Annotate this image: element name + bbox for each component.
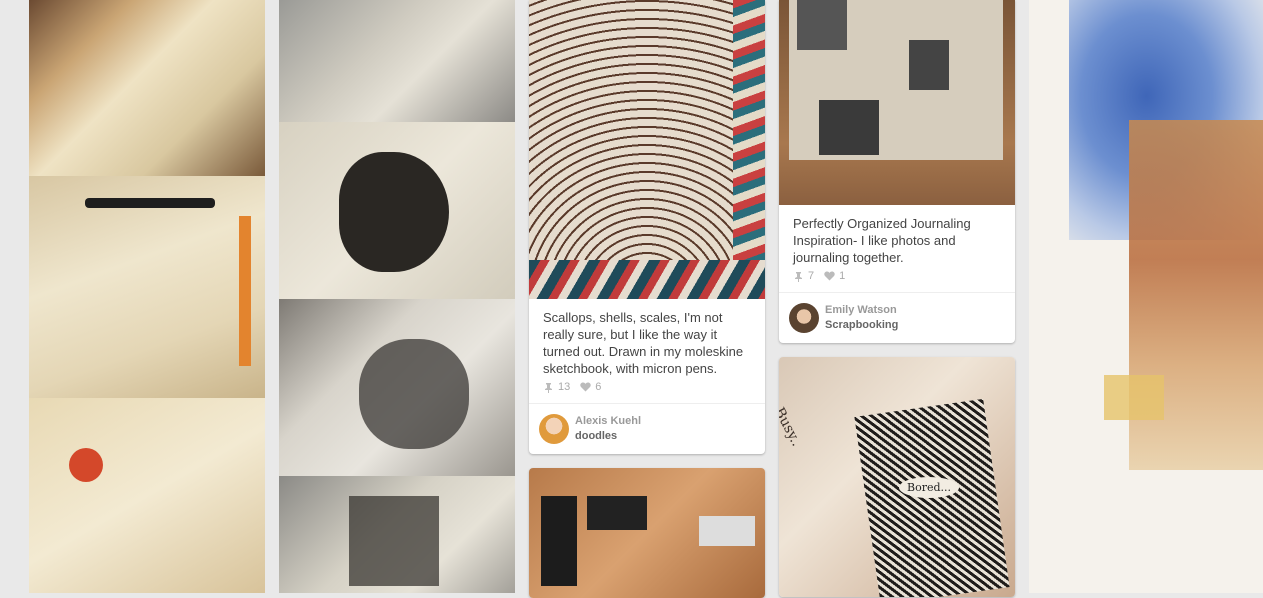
lion-drawing-pin[interactable]	[279, 0, 515, 122]
journal-photo-image	[819, 100, 879, 155]
pin-card-art-supplies[interactable]	[529, 468, 765, 598]
repin-count[interactable]: 7	[793, 270, 814, 282]
avatar[interactable]	[539, 414, 569, 444]
repin-count-value: 13	[558, 381, 571, 393]
sketchbook-image	[541, 496, 577, 586]
ship-drawing-pin[interactable]	[279, 476, 515, 593]
notebook-image	[587, 496, 647, 530]
board-name[interactable]: doodles	[575, 429, 641, 444]
doodle-book-image[interactable]: Busy.. Bored...	[779, 357, 1015, 597]
watercolor-palette-image	[699, 516, 755, 546]
fountain-pen-image	[85, 198, 215, 208]
sketch-journal-pin[interactable]	[29, 398, 265, 593]
repin-count[interactable]: 13	[543, 381, 570, 393]
avatar[interactable]	[789, 303, 819, 333]
pushpin-icon	[795, 271, 802, 282]
bored-handwriting: Bored...	[899, 477, 960, 498]
like-count[interactable]: 6	[580, 381, 601, 393]
journaling-spread-image[interactable]	[779, 0, 1015, 205]
pinner-attribution[interactable]: Alexis Kuehl doodles	[529, 403, 765, 454]
pin-card-scallops[interactable]: Scallops, shells, scales, I'm not really…	[529, 0, 765, 454]
watercolor-sketch-pin[interactable]	[1029, 0, 1263, 593]
busy-handwriting: Busy..	[779, 405, 805, 450]
wolf-drawing-pin[interactable]	[279, 299, 515, 476]
pinner-name[interactable]: Emily Watson	[825, 303, 898, 318]
pin-description: Scallops, shells, scales, I'm not really…	[543, 310, 744, 376]
heart-icon	[580, 382, 591, 392]
pin-card-journaling[interactable]: Perfectly Organized Journaling Inspirati…	[779, 0, 1015, 343]
pin-description: Perfectly Organized Journaling Inspirati…	[793, 216, 971, 265]
ship-illustration-image	[349, 496, 439, 586]
patterned-fabric-edge-image	[733, 0, 765, 260]
pin-card-doodle-book[interactable]: Busy.. Bored...	[779, 357, 1015, 597]
like-count[interactable]: 1	[824, 270, 845, 282]
notebook-edge-image	[239, 216, 251, 366]
wolf-illustration-image	[359, 339, 469, 449]
apple-drawing-image	[69, 448, 103, 482]
crow-illustration-image	[339, 152, 449, 272]
repin-count-value: 7	[808, 270, 815, 282]
patterned-fabric-image	[529, 260, 765, 299]
crow-drawing-pin[interactable]	[279, 122, 515, 299]
newspaper-notebook-pin[interactable]	[29, 176, 265, 398]
art-supplies-image[interactable]	[529, 468, 765, 598]
scallops-drawing-image[interactable]	[529, 0, 765, 299]
like-count-value: 1	[839, 270, 846, 282]
pin-stats: 7 1	[779, 270, 859, 282]
pushpin-icon	[545, 382, 552, 393]
journal-photo-image	[909, 40, 949, 90]
board-name[interactable]: Scrapbooking	[825, 318, 898, 333]
pinner-name[interactable]: Alexis Kuehl	[575, 414, 641, 429]
journal-photo-image	[797, 0, 847, 50]
heart-icon	[824, 271, 835, 281]
pinner-attribution[interactable]: Emily Watson Scrapbooking	[779, 292, 1015, 343]
watercolor-awning-image	[1104, 375, 1164, 420]
journal-pages-image	[789, 0, 1003, 160]
like-count-value: 6	[595, 381, 602, 393]
pin-stats: 13 6	[529, 381, 615, 393]
journal-photo-pin[interactable]	[29, 0, 265, 176]
